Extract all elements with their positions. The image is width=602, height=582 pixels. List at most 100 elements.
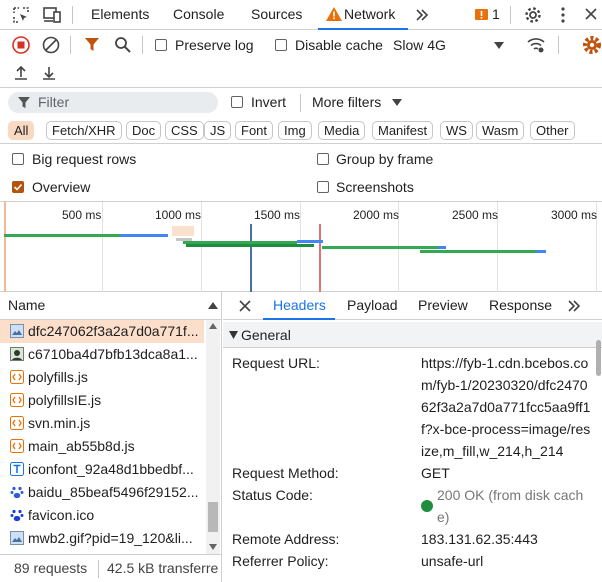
device-toolbar-icon[interactable] (42, 6, 62, 24)
type-filter-other[interactable]: Other (530, 121, 575, 140)
tab-headers[interactable]: Headers (263, 292, 335, 320)
type-filter-img[interactable]: Img (278, 121, 312, 140)
type-filter-manifest[interactable]: Manifest (372, 121, 434, 140)
type-filter-media[interactable]: Media (318, 121, 366, 140)
request-name: main_ab55b8d.js (28, 438, 135, 454)
request-name: mwb2.gif?pid=19_120&li... (28, 530, 193, 546)
request-list: Name dfc247062f3a2a7d0a771f... c6710ba4d… (0, 292, 222, 582)
import-har-icon[interactable] (13, 65, 29, 81)
type-filter-font[interactable]: Font (235, 121, 274, 140)
filter-funnel-icon[interactable] (84, 37, 100, 53)
filter-row: Filter Invert More filters (0, 88, 602, 116)
network-settings-gear-icon[interactable] (582, 35, 602, 55)
dropdown-arrow-icon[interactable] (494, 42, 504, 49)
request-row[interactable]: main_ab55b8d.js (0, 435, 204, 458)
tab-console[interactable]: Console (173, 6, 224, 22)
timeline-tick: 500 ms (62, 208, 102, 222)
name-header-label: Name (8, 297, 46, 313)
scroll-up-arrow-icon[interactable] (209, 323, 217, 329)
request-name: polyfills.js (28, 369, 88, 385)
timeline-tick: 3000 ms (551, 208, 598, 222)
remote-address-value: 183.131.62.35:443 (421, 531, 538, 547)
more-filters-button[interactable]: More filters (312, 94, 381, 110)
request-row[interactable]: c6710ba4d7bfb13dca8a1... (0, 343, 204, 366)
transferred-size: 42.5 kB transferre (107, 560, 219, 576)
screenshots-checkbox[interactable] (317, 181, 329, 193)
throttling-select[interactable]: Slow 4G (393, 37, 446, 53)
type-filter-all[interactable]: All (8, 121, 35, 140)
scrollbar-thumb[interactable] (596, 340, 601, 376)
invert-label: Invert (251, 94, 287, 110)
general-section-header[interactable]: General (223, 322, 602, 348)
stop-recording-icon[interactable] (12, 36, 30, 54)
details-scrollbar[interactable] (595, 322, 602, 582)
request-method-value: GET (421, 465, 450, 481)
sort-up-icon[interactable] (208, 302, 218, 309)
tab-elements[interactable]: Elements (91, 6, 149, 22)
request-row[interactable]: mwb2.gif?pid=19_120&li... (0, 527, 204, 550)
tab-network[interactable]: Network (318, 0, 408, 30)
more-tabs-chevron-icon[interactable] (414, 7, 430, 23)
disable-cache-label: Disable cache (295, 37, 383, 53)
type-filter-wasm[interactable]: Wasm (476, 121, 525, 140)
group-by-frame-checkbox[interactable] (317, 153, 329, 165)
type-filter-ws[interactable]: WS (440, 121, 473, 140)
more-detail-tabs-chevron-icon[interactable] (566, 298, 582, 314)
type-filter-js[interactable]: JS (204, 121, 232, 140)
tab-payload[interactable]: Payload (347, 297, 398, 313)
request-list-scrollbar[interactable] (206, 320, 220, 554)
overview-left-handle[interactable] (4, 202, 6, 292)
request-name: polyfillsIE.js (28, 392, 102, 408)
status-code-value: 200 OK (from disk cache) (437, 487, 584, 525)
request-row[interactable]: polyfills.js (0, 366, 204, 389)
request-row[interactable]: dfc247062f3a2a7d0a771f... (0, 320, 204, 343)
type-filter-doc[interactable]: Doc (126, 121, 162, 140)
dropdown-arrow-icon[interactable] (392, 99, 402, 106)
name-column-header[interactable]: Name (0, 292, 222, 320)
waterfall-bar (186, 244, 314, 247)
request-name: dfc247062f3a2a7d0a771f... (28, 323, 199, 339)
screenshots-label: Screenshots (336, 179, 414, 195)
load-event-marker (319, 224, 321, 292)
tab-preview[interactable]: Preview (418, 297, 468, 313)
request-row[interactable]: svn.min.js (0, 412, 204, 435)
close-details-icon[interactable] (239, 300, 251, 312)
inspect-element-icon[interactable] (12, 6, 30, 24)
tab-response[interactable]: Response (489, 297, 552, 313)
issues-count[interactable]: 1 (492, 6, 500, 22)
image-file-icon (10, 531, 24, 545)
filter-input[interactable]: Filter (8, 92, 218, 113)
scroll-down-arrow-icon[interactable] (209, 544, 217, 550)
collapse-triangle-icon[interactable] (229, 331, 238, 339)
request-row[interactable]: iconfont_92a48d1bbedbf... (0, 458, 204, 481)
dom-content-loaded-marker (250, 224, 252, 292)
disable-cache-checkbox[interactable] (275, 39, 287, 51)
invert-checkbox[interactable] (231, 96, 243, 108)
tab-sources[interactable]: Sources (251, 6, 302, 22)
more-options-icon[interactable] (560, 7, 566, 23)
overview-checkbox[interactable] (12, 181, 24, 193)
network-overview-timeline[interactable]: 500 ms 1000 ms 1500 ms 2000 ms 2500 ms 3… (0, 202, 602, 292)
big-request-rows-checkbox[interactable] (12, 153, 24, 165)
type-filter-fetch-xhr[interactable]: Fetch/XHR (46, 121, 122, 140)
image-file-icon (10, 485, 24, 499)
settings-gear-icon[interactable] (524, 6, 542, 24)
issues-icon[interactable] (475, 8, 489, 22)
favicon-icon (10, 508, 24, 522)
network-conditions-icon[interactable] (526, 36, 546, 54)
request-row[interactable]: baidu_85beaf5496f29152... (0, 481, 204, 504)
clear-icon[interactable] (42, 36, 60, 54)
search-icon[interactable] (114, 36, 132, 54)
scrollbar-thumb[interactable] (208, 502, 218, 532)
grid-line (102, 202, 103, 292)
request-row[interactable]: favicon.ico (0, 504, 204, 527)
preserve-log-checkbox[interactable] (155, 39, 167, 51)
request-row[interactable]: polyfillsIE.js (0, 389, 204, 412)
image-file-icon (10, 324, 24, 338)
request-name: svn.min.js (28, 415, 91, 431)
type-filter-css[interactable]: CSS (165, 121, 204, 140)
export-har-icon[interactable] (41, 65, 57, 81)
close-icon[interactable] (585, 8, 597, 20)
network-toolbar: Preserve log Disable cache Slow 4G (0, 30, 602, 60)
request-url-key: Request URL: (232, 355, 320, 371)
